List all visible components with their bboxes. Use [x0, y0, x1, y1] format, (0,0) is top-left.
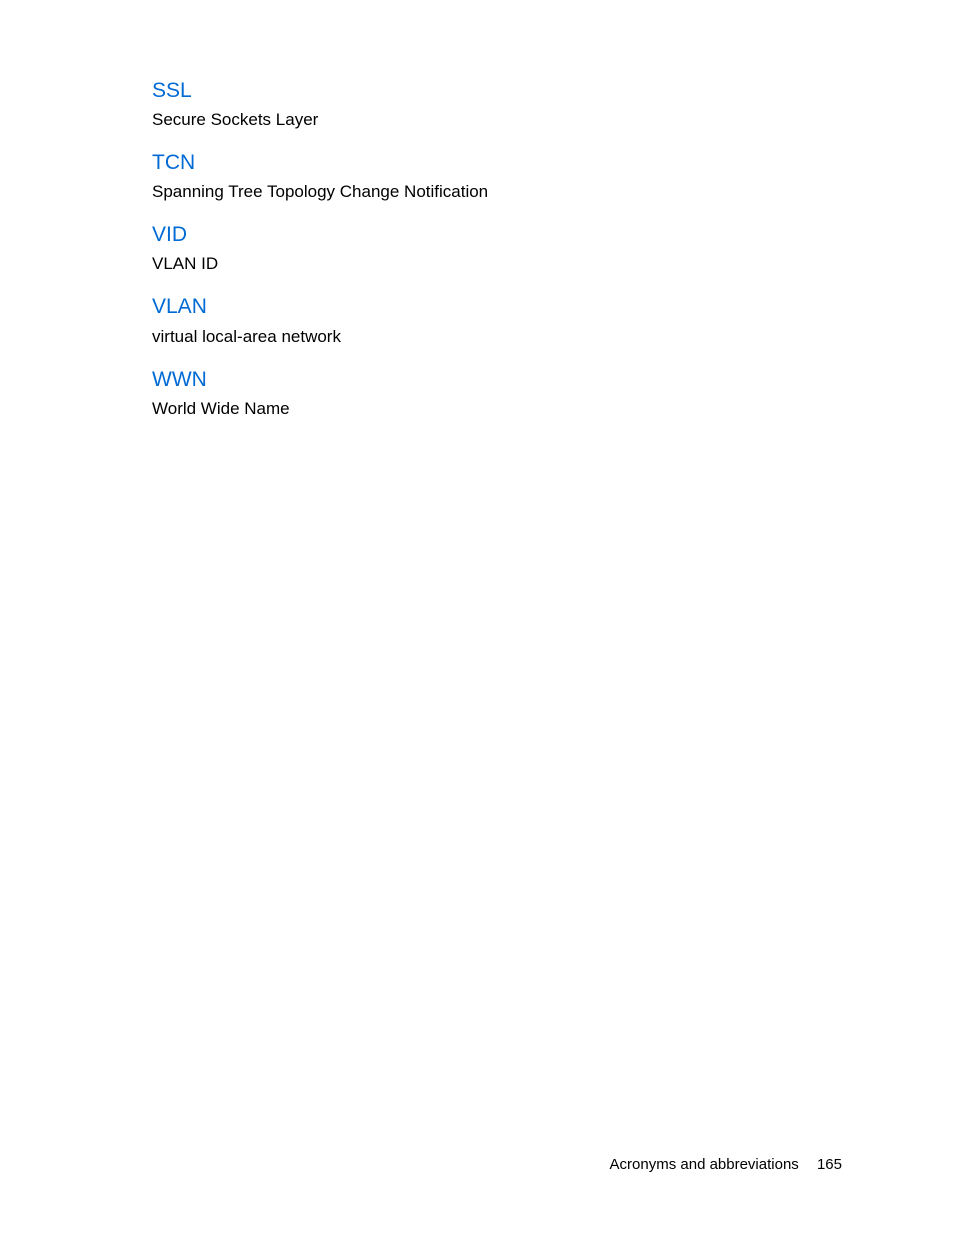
glossary-term: VID: [152, 222, 844, 247]
glossary-entry: SSL Secure Sockets Layer: [152, 78, 844, 132]
glossary-entry: VLAN virtual local-area network: [152, 294, 844, 348]
page-content: SSL Secure Sockets Layer TCN Spanning Tr…: [0, 0, 954, 1235]
glossary-term: WWN: [152, 367, 844, 392]
glossary-entry: VID VLAN ID: [152, 222, 844, 276]
glossary-term: VLAN: [152, 294, 844, 319]
glossary-definition: Spanning Tree Topology Change Notificati…: [152, 181, 844, 204]
glossary-entry: TCN Spanning Tree Topology Change Notifi…: [152, 150, 844, 204]
glossary-term: TCN: [152, 150, 844, 175]
glossary-definition: Secure Sockets Layer: [152, 109, 844, 132]
glossary-definition: virtual local-area network: [152, 326, 844, 349]
footer-page-number: 165: [817, 1156, 842, 1173]
glossary-definition: VLAN ID: [152, 253, 844, 276]
glossary-entry: WWN World Wide Name: [152, 367, 844, 421]
footer-section-label: Acronyms and abbreviations: [610, 1156, 799, 1173]
page-footer: Acronyms and abbreviations 165: [610, 1156, 842, 1173]
glossary-term: SSL: [152, 78, 844, 103]
glossary-definition: World Wide Name: [152, 398, 844, 421]
